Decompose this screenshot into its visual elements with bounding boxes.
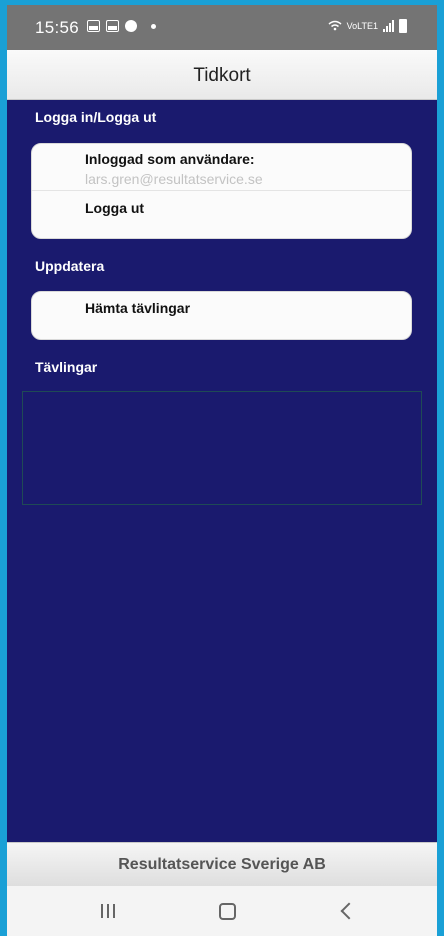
main-content: Logga in/Logga ut Inloggad som användare… [7,100,437,842]
login-card: Inloggad som användare: lars.gren@result… [31,143,412,239]
update-card: Hämta tävlingar [31,291,412,340]
signal-icon [383,20,394,32]
fetch-competitions-button[interactable]: Hämta tävlingar [85,300,190,316]
section-label-update: Uppdatera [35,258,105,274]
notification-icons [87,20,156,32]
home-icon [218,902,236,920]
app-header: Tidkort [7,50,437,100]
battery-icon [399,19,407,33]
more-notifications-icon [151,23,156,29]
image-icon [106,20,119,32]
wifi-icon [328,20,342,33]
competitions-list[interactable] [22,391,422,505]
home-button[interactable] [207,898,247,924]
recent-apps-button[interactable] [88,898,128,924]
system-icons: VoLTE1 [328,19,407,33]
back-icon [340,902,358,920]
logged-in-user: lars.gren@resultatservice.se [85,171,263,187]
footer: Resultatservice Sverige AB [7,842,437,886]
recent-apps-icon [101,904,115,918]
gallery-icon [87,20,100,32]
app-notification-icon [125,20,137,32]
footer-text: Resultatservice Sverige AB [118,856,326,873]
back-button[interactable] [327,898,367,924]
logout-button[interactable]: Logga ut [85,200,144,216]
card-divider [32,190,411,191]
status-time: 15:56 [35,18,80,37]
section-label-login: Logga in/Logga ut [35,109,157,125]
status-bar: 15:56 VoLTE1 [7,5,437,50]
section-label-competitions: Tävlingar [35,359,98,375]
logged-in-title: Inloggad som användare: [85,151,255,167]
volte-label: VoLTE1 [346,21,378,31]
page-title: Tidkort [193,65,251,86]
system-nav-bar [7,886,437,936]
